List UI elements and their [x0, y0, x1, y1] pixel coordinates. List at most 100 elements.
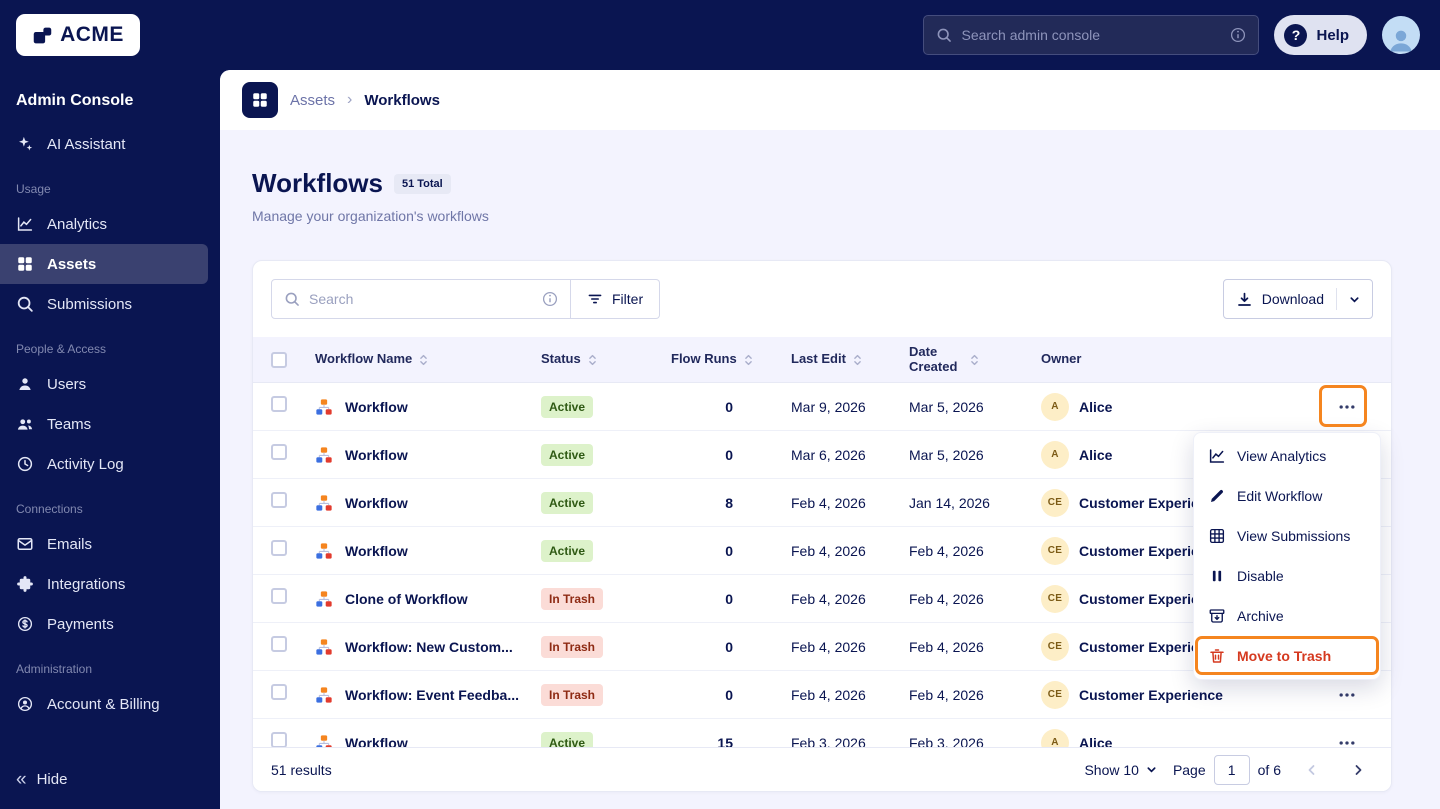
row-checkbox[interactable] — [271, 540, 287, 556]
sidebar-item-assets[interactable]: Assets — [0, 244, 208, 284]
sidebar-item-emails[interactable]: Emails — [0, 524, 208, 564]
menu-item-view-submissions[interactable]: View Submissions — [1194, 516, 1380, 556]
page-of-label: of 6 — [1257, 761, 1281, 778]
total-count-badge: 51 Total — [393, 173, 451, 194]
sidebar-hide-button[interactable]: « Hide — [0, 759, 83, 799]
table-search-input[interactable] — [309, 291, 533, 307]
sidebar-item-teams[interactable]: Teams — [0, 404, 208, 444]
date-created: Feb 4, 2026 — [909, 686, 984, 703]
filter-button[interactable]: Filter — [571, 279, 661, 319]
previous-page-button[interactable] — [1297, 755, 1327, 785]
sidebar-item-label: Account & Billing — [47, 695, 160, 713]
workflow-name-cell[interactable]: Workflow: Event Feedba... — [315, 686, 541, 704]
workflow-name-cell[interactable]: Workflow — [315, 446, 541, 464]
sidebar-section-connections: Connections — [16, 502, 83, 516]
sidebar-item-ai-assistant[interactable]: AI Assistant — [0, 124, 208, 164]
hide-label: Hide — [36, 770, 68, 788]
workflow-icon — [316, 542, 332, 559]
workflow-name-cell[interactable]: Workflow — [315, 542, 541, 560]
column-header-flow-runs[interactable]: Flow Runs — [671, 351, 791, 367]
page-number-input[interactable] — [1213, 754, 1250, 785]
page-title: Workflows — [252, 168, 383, 198]
date-created: Feb 4, 2026 — [909, 638, 984, 655]
workflow-name: Workflow — [345, 446, 408, 463]
column-header-status[interactable]: Status — [541, 351, 671, 367]
menu-item-disable[interactable]: Disable — [1194, 556, 1380, 596]
info-icon[interactable] — [542, 291, 558, 307]
sidebar-item-users[interactable]: Users — [0, 364, 208, 404]
chevron-right-icon — [1355, 764, 1362, 775]
sidebar-item-integrations[interactable]: Integrations — [0, 564, 208, 604]
breadcrumb-assets-link[interactable]: Assets — [290, 92, 335, 109]
row-checkbox[interactable] — [271, 444, 287, 460]
clock-icon — [17, 456, 33, 472]
search-icon — [284, 291, 300, 307]
sidebar-item-activity-log[interactable]: Activity Log — [0, 444, 208, 484]
column-header-name[interactable]: Workflow Name — [315, 351, 541, 367]
menu-item-archive[interactable]: Archive — [1194, 596, 1380, 636]
row-checkbox[interactable] — [271, 684, 287, 700]
sidebar-title: Admin Console — [16, 92, 134, 109]
column-header-last-edit[interactable]: Last Edit — [791, 351, 909, 367]
workflow-icon — [316, 398, 332, 415]
pause-icon — [1212, 570, 1222, 582]
menu-item-move-to-trash[interactable]: Move to Trash — [1194, 636, 1380, 676]
flow-runs-value: 0 — [725, 446, 733, 463]
row-actions-button[interactable] — [1329, 681, 1365, 709]
workflow-name-cell[interactable]: Workflow — [315, 494, 541, 512]
acme-logo[interactable]: ACME — [16, 14, 140, 56]
sidebar-item-payments[interactable]: Payments — [0, 604, 208, 644]
next-page-button[interactable] — [1343, 755, 1373, 785]
sparkle-icon — [19, 136, 33, 151]
date-created: Mar 5, 2026 — [909, 398, 984, 415]
filter-label: Filter — [612, 291, 644, 307]
search-icon — [936, 27, 952, 43]
owner-avatar: CE — [1041, 536, 1069, 565]
workflow-name: Workflow — [345, 494, 408, 511]
row-checkbox[interactable] — [271, 732, 287, 748]
row-checkbox[interactable] — [271, 492, 287, 508]
sidebar-item-account-billing[interactable]: Account & Billing — [0, 684, 208, 724]
admin-search-input[interactable] — [961, 27, 1222, 43]
workflow-name: Workflow: Event Feedba... — [345, 686, 519, 703]
row-checkbox[interactable] — [271, 396, 287, 412]
row-checkbox[interactable] — [271, 588, 287, 604]
last-edit-date: Mar 9, 2026 — [791, 398, 866, 415]
page-size-select[interactable]: Show 10 — [1084, 762, 1156, 778]
workflow-name-cell[interactable]: Workflow — [315, 398, 541, 416]
sidebar-item-label: Payments — [47, 615, 114, 633]
download-icon — [1237, 292, 1251, 306]
owner-avatar: CE — [1041, 680, 1069, 709]
assets-grid-icon — [18, 257, 32, 271]
last-edit-date: Feb 4, 2026 — [791, 542, 866, 559]
assets-breadcrumb-icon[interactable] — [242, 82, 278, 118]
workflow-name-cell[interactable]: Workflow: New Custom... — [315, 638, 541, 656]
workflow-icon — [316, 494, 332, 511]
row-checkbox[interactable] — [271, 636, 287, 652]
acme-logo-text: ACME — [60, 23, 124, 46]
user-avatar[interactable] — [1382, 16, 1420, 54]
workflow-name: Clone of Workflow — [345, 590, 468, 607]
menu-item-view-analytics[interactable]: View Analytics — [1194, 436, 1380, 476]
info-icon[interactable] — [1230, 27, 1246, 43]
select-all-checkbox[interactable] — [271, 351, 287, 368]
sidebar-section-usage: Usage — [16, 182, 51, 196]
download-button[interactable]: Download — [1222, 279, 1373, 319]
column-header-date-created[interactable]: Date Created — [909, 344, 1041, 375]
analytics-icon — [1209, 449, 1225, 463]
date-created: Feb 4, 2026 — [909, 542, 984, 559]
sort-icon — [420, 354, 428, 365]
status-badge: Active — [541, 395, 594, 418]
help-button[interactable]: ? Help — [1274, 15, 1367, 55]
ellipsis-icon — [1339, 692, 1355, 697]
workflow-name-cell[interactable]: Clone of Workflow — [315, 590, 541, 608]
owner-avatar: CE — [1041, 584, 1069, 613]
sidebar-item-submissions[interactable]: Submissions — [0, 284, 208, 324]
ellipsis-icon — [1339, 404, 1355, 409]
menu-item-edit-workflow[interactable]: Edit Workflow — [1194, 476, 1380, 516]
sidebar-item-label: Activity Log — [47, 455, 124, 473]
page-subtitle: Manage your organization's workflows — [252, 208, 489, 224]
sidebar-item-analytics[interactable]: Analytics — [0, 204, 208, 244]
dollar-circle-icon — [17, 616, 33, 632]
row-actions-button[interactable] — [1329, 393, 1365, 421]
